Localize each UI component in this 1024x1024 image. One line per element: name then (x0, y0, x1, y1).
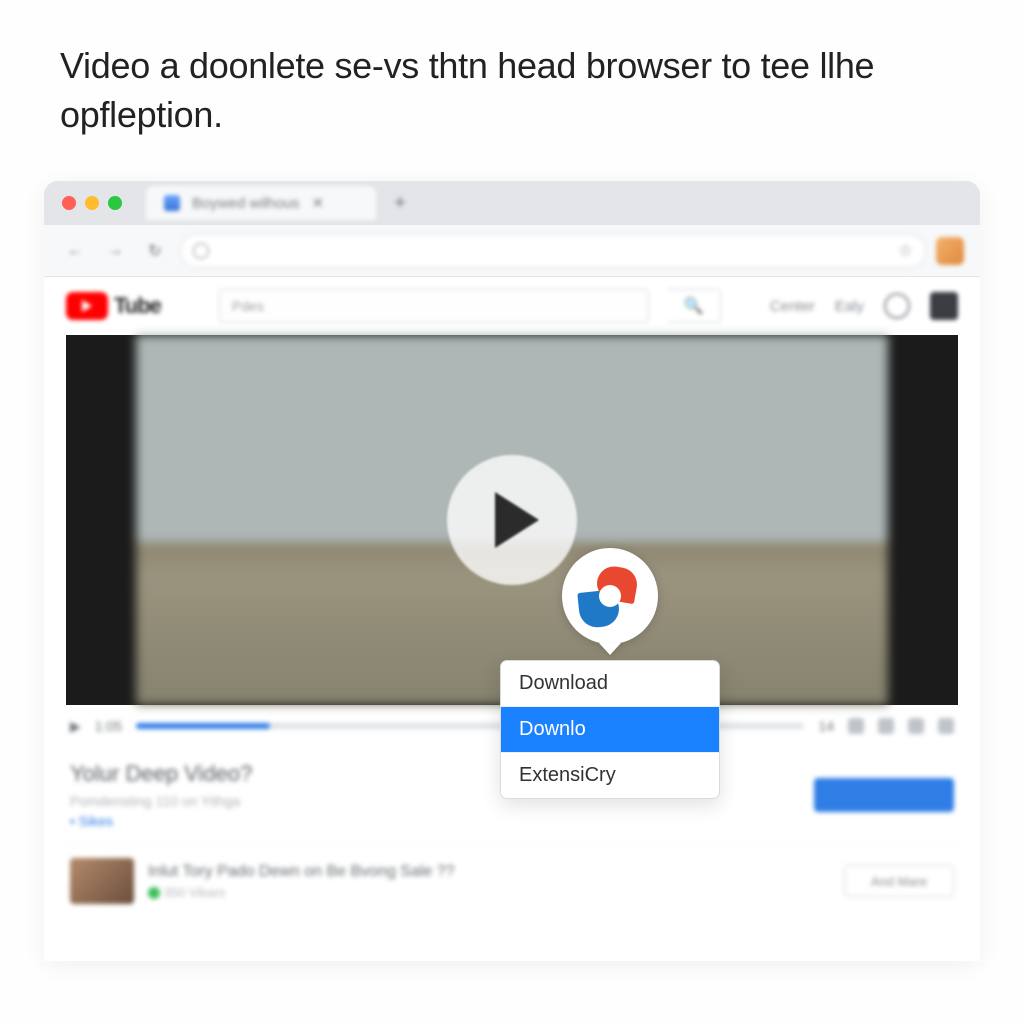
site-logo[interactable]: Tube (66, 292, 161, 320)
menu-item-extensicry[interactable]: ExtensiCry (501, 753, 719, 798)
related-thumbnail (70, 858, 134, 904)
related-video-row[interactable]: Inlut Tory Pado Dewn on Be Bvong Sale ??… (66, 843, 958, 918)
close-window-icon[interactable] (62, 196, 76, 210)
header-links: Center Ealy (770, 292, 958, 320)
site-info-icon[interactable] (193, 243, 209, 259)
page-heading: Video a doonlete se-vs thtn head browser… (0, 0, 1024, 169)
related-meta: 350 Vibars (148, 885, 455, 900)
browser-toolbar: ← → ↻ ☆ (44, 225, 980, 277)
zoom-window-icon[interactable] (108, 196, 122, 210)
reload-button[interactable]: ↻ (140, 236, 170, 266)
search-placeholder: Pdes (232, 298, 264, 314)
browser-tab[interactable]: Boywed wilhous ✕ (146, 186, 376, 220)
site-search-input[interactable]: Pdes (219, 289, 649, 323)
tab-close-icon[interactable]: ✕ (312, 194, 325, 212)
video-tag[interactable]: • Sikes (70, 813, 252, 829)
new-tab-button[interactable]: + (388, 191, 412, 215)
notifications-icon[interactable] (884, 293, 910, 319)
window-controls (62, 196, 122, 210)
play-button[interactable]: ▶ (70, 718, 81, 735)
related-meta-text: 350 Vibars (164, 885, 226, 900)
time-total: 14 (818, 718, 834, 734)
volume-icon[interactable] (848, 718, 864, 734)
subscribe-button[interactable] (814, 778, 954, 812)
minimize-window-icon[interactable] (85, 196, 99, 210)
tab-strip: Boywed wilhous ✕ + (44, 181, 980, 225)
settings-icon[interactable] (878, 718, 894, 734)
back-button[interactable]: ← (60, 236, 90, 266)
logo-play-icon (66, 292, 108, 320)
forward-button[interactable]: → (100, 236, 130, 266)
site-brand-text: Tube (114, 293, 161, 319)
theater-icon[interactable] (908, 718, 924, 734)
time-current: 1:05 (95, 718, 122, 734)
extension-popover: Download Downlo ExtensiCry (500, 548, 720, 799)
video-title: Yolur Deep Video? (70, 761, 252, 787)
account-avatar-icon[interactable] (930, 292, 958, 320)
address-bar[interactable]: ☆ (180, 234, 926, 268)
menu-item-download[interactable]: Download (501, 661, 719, 707)
extension-logo-icon (579, 565, 641, 627)
search-icon: 🔍 (683, 296, 703, 316)
extension-badge[interactable] (562, 548, 658, 644)
extension-toolbar-icon[interactable] (936, 237, 964, 265)
video-meta: Pomdensting 110 on Yithga (70, 793, 252, 809)
header-link[interactable]: Ealy (835, 298, 864, 315)
extension-menu: Download Downlo ExtensiCry (500, 660, 720, 799)
related-title: Inlut Tory Pado Dewn on Be Bvong Sale ?? (148, 863, 455, 881)
bookmark-star-icon[interactable]: ☆ (898, 241, 913, 261)
menu-item-downlo[interactable]: Downlo (501, 707, 719, 753)
fullscreen-icon[interactable] (938, 718, 954, 734)
header-link[interactable]: Center (770, 298, 815, 315)
site-header: Tube Pdes 🔍 Center Ealy (44, 277, 980, 335)
tab-favicon-icon (164, 195, 180, 211)
tab-title: Boywed wilhous (192, 195, 300, 212)
add-more-button[interactable]: And Mare (844, 865, 954, 897)
verified-dot-icon (148, 887, 160, 899)
search-button[interactable]: 🔍 (667, 289, 721, 323)
